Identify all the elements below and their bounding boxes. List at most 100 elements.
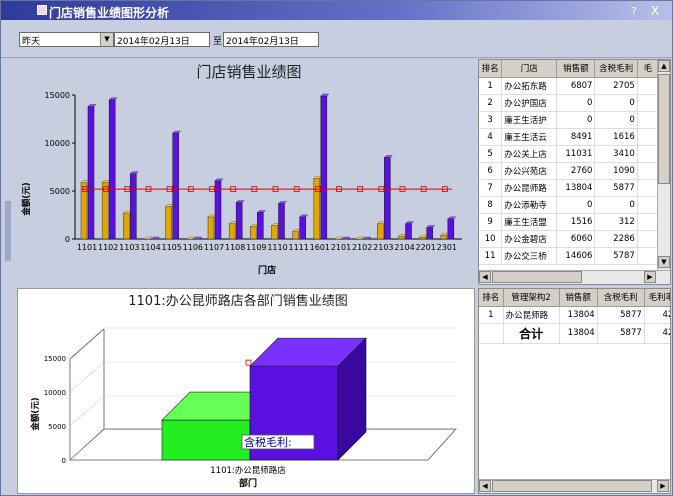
table-row[interactable]: 5 办公关上店 11031 3410 (479, 145, 660, 163)
y-tick-label: 0 (65, 235, 70, 244)
scroll-right-icon[interactable]: ▶ (657, 480, 669, 492)
scroll-left-icon[interactable]: ◀ (479, 480, 491, 492)
x-tick-label: 2301 (437, 243, 457, 252)
x-tick-label: 1108 (225, 243, 245, 252)
cell-rank: 1 (479, 77, 503, 95)
left-splitter-handle[interactable] (5, 201, 11, 261)
bar-profit (292, 231, 299, 240)
table-row[interactable]: 4 廉王生活云 8491 1616 (479, 128, 660, 146)
column-header-sales[interactable]: 销售额 (559, 289, 598, 307)
bar-profit (250, 226, 257, 240)
x-tick-label: 1104 (140, 243, 160, 252)
bar-sales-top (426, 225, 436, 228)
column-header-margin[interactable]: 毛利率 (644, 289, 670, 307)
x-tick-label: 1111 (288, 243, 308, 252)
cell-profit: 0 (594, 94, 638, 112)
column-header-rank[interactable]: 排名 (479, 289, 504, 307)
chart-title: 门店销售业绩图 (196, 63, 301, 81)
y-tick-label: 0 (62, 457, 66, 465)
bar-sales-top (447, 216, 457, 219)
column-header-org[interactable]: 管理架构2 (503, 289, 560, 307)
cell-rank: 8 (479, 196, 503, 214)
cell-store: 廉王生活云 (501, 128, 558, 146)
grid-line (69, 395, 105, 427)
bar-sales (405, 223, 412, 240)
bar-sales (426, 227, 433, 240)
total-row: 合计 13804 5877 42. (479, 323, 670, 344)
bar-sales-top (256, 210, 266, 213)
table-row[interactable]: 1 办公拓东路 6807 2705 (479, 77, 660, 95)
date-to-input[interactable]: 2014年02月13日 (223, 32, 319, 47)
table-row[interactable]: 6 办公兴苑店 2760 1090 (479, 162, 660, 180)
cell-profit: 1090 (594, 162, 638, 180)
cell-sales: 1516 (556, 213, 596, 231)
date-from-input[interactable]: 2014年02月13日 (114, 32, 210, 47)
table-row[interactable]: 1 办公昆师路 13804 5877 42. (479, 306, 670, 324)
table-row[interactable]: 7 办公昆师路 13804 5877 (479, 179, 660, 197)
table-row[interactable]: 11 办公交三桥 14606 5787 (479, 247, 660, 265)
bar-sales (384, 157, 391, 240)
scroll-up-icon[interactable]: ▲ (658, 60, 670, 72)
y-tick-label: 15000 (45, 91, 70, 100)
chevron-down-icon[interactable]: ▼ (100, 33, 113, 46)
cell-margin (637, 162, 660, 180)
bar-profit (123, 212, 130, 240)
table-row[interactable]: 3 廉王生活护 0 0 (479, 111, 660, 129)
scroll-left-icon[interactable]: ◀ (479, 271, 491, 283)
column-header-profit[interactable]: 含税毛利 (594, 60, 638, 78)
main-window: 门店销售业绩图形分析 ? X 昨天 ▼ 2014年02月13日 至 2014年0… (0, 0, 673, 496)
window-title: 门店销售业绩图形分析 (49, 6, 170, 20)
bar-sales (278, 203, 285, 240)
cell-margin (637, 179, 660, 197)
column-header-profit[interactable]: 含税毛利 (597, 289, 645, 307)
cell-margin (637, 196, 660, 214)
column-header-margin[interactable]: 毛 (637, 60, 660, 78)
cell-sales: 14606 (556, 247, 596, 265)
cell-store: 廉王生活盟 (501, 213, 558, 231)
scroll-down-icon[interactable]: ▼ (658, 256, 670, 268)
department-grid-horizontal-scrollbar[interactable]: ◀ ▶ (479, 479, 670, 493)
cell-margin: 42. (644, 306, 670, 324)
column-header-rank[interactable]: 排名 (479, 60, 503, 78)
y-axis-label: 金额(元) (21, 182, 32, 216)
scroll-thumb[interactable] (492, 271, 582, 283)
x-tick-label: 2104 (394, 243, 414, 252)
grid-line (69, 327, 105, 359)
column-header-store[interactable]: 门店 (501, 60, 558, 78)
help-button[interactable]: ? (631, 5, 637, 18)
tooltip: 含税毛利: (241, 434, 315, 450)
column-header-sales[interactable]: 销售额 (556, 60, 596, 78)
total-sales: 13804 (559, 323, 598, 344)
table-row[interactable]: 10 办公金碧店 6060 2286 (479, 230, 660, 248)
department-ranking-grid: 排名 管理架构2 销售额 含税毛利 毛利率 1 办公昆师路 13804 5877… (478, 288, 671, 494)
cell-profit: 5877 (594, 179, 638, 197)
bar-sales-top (108, 97, 118, 100)
y-tick-label: 5000 (48, 423, 66, 431)
table-row[interactable]: 9 廉王生活盟 1516 312 (479, 213, 660, 231)
close-button[interactable]: X (651, 4, 659, 18)
y-axis-label: 金额(元) (30, 397, 41, 431)
cell-profit: 0 (594, 196, 638, 214)
cell-profit: 312 (594, 213, 638, 231)
cell-profit: 5787 (594, 247, 638, 265)
cell-sales: 0 (556, 111, 596, 129)
x-tick-label: 1110 (267, 243, 287, 252)
table-row[interactable]: 8 办公添勒寺 0 0 (479, 196, 660, 214)
store-grid-horizontal-scrollbar[interactable]: ◀ ▶ (479, 270, 670, 284)
period-select-value: 昨天 (22, 37, 41, 47)
store-grid-vertical-scrollbar[interactable]: ▲ ▼ (657, 60, 670, 270)
cell-profit: 2286 (594, 230, 638, 248)
table-row[interactable]: 2 办公护国店 0 0 (479, 94, 660, 112)
scroll-thumb[interactable] (492, 480, 652, 492)
scroll-right-icon[interactable]: ▶ (644, 271, 656, 283)
department-chart-panel: 1101:办公昆师路店各部门销售业绩图 金额(元) 部门 1101:办公昆师路店… (17, 288, 475, 494)
x-tick-label: 2103 (373, 243, 393, 252)
scroll-thumb[interactable] (658, 74, 670, 184)
bar-sales (172, 132, 179, 240)
x-tick-label: 2101 (331, 243, 351, 252)
bar-profit (377, 223, 384, 240)
bar-profit (228, 223, 236, 240)
cell-sales: 13804 (556, 179, 596, 197)
period-select[interactable]: 昨天 ▼ (19, 32, 114, 47)
x-tick-label: 1107 (204, 243, 224, 252)
